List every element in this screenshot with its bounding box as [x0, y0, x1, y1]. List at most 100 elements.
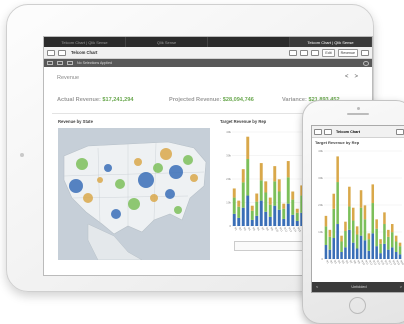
bar-segment[interactable]	[255, 193, 259, 202]
bar-segment[interactable]	[348, 229, 351, 259]
bar-segment[interactable]	[232, 213, 236, 226]
bar-segment[interactable]	[241, 182, 245, 208]
bar-segment[interactable]	[398, 254, 402, 259]
us-map[interactable]	[58, 128, 210, 260]
bar-segment[interactable]	[328, 236, 332, 250]
bar-segment[interactable]	[295, 212, 299, 221]
bar-segment[interactable]	[344, 247, 347, 259]
bar-segment[interactable]	[379, 239, 382, 244]
bar-segment[interactable]	[336, 182, 339, 225]
bar-segment[interactable]	[371, 184, 375, 204]
bar-segment[interactable]	[351, 242, 355, 259]
home-button[interactable]	[349, 297, 366, 314]
bar-segment[interactable]	[237, 200, 241, 207]
next-arrow-icon[interactable]: >	[400, 285, 402, 289]
apps-icon[interactable]	[58, 49, 66, 56]
back-selection-icon[interactable]	[47, 61, 53, 65]
bar-segment[interactable]	[241, 207, 245, 226]
browser-tab[interactable]: Telcom Chart | Qlik Sense	[44, 37, 126, 47]
prev-arrow-icon[interactable]: <	[316, 285, 318, 289]
bar-segment[interactable]	[246, 136, 250, 160]
bar-segment[interactable]	[246, 159, 250, 196]
bar-segment[interactable]	[250, 205, 254, 211]
bar-segment[interactable]	[355, 234, 359, 249]
device-icon[interactable]	[311, 49, 320, 56]
bar-segment[interactable]	[259, 180, 263, 201]
bar-segment[interactable]	[375, 228, 378, 247]
bar-segment[interactable]	[351, 207, 355, 221]
story-icon[interactable]	[300, 49, 309, 56]
bar-segment[interactable]	[383, 243, 386, 259]
bar-segment[interactable]	[394, 241, 398, 253]
bar-segment[interactable]	[383, 224, 386, 244]
bar-segment[interactable]	[264, 211, 268, 226]
bar-segment[interactable]	[324, 215, 328, 227]
edit-button[interactable]: Edit	[322, 48, 335, 57]
bar-segment[interactable]	[282, 208, 286, 219]
browser-tab[interactable]	[208, 37, 290, 47]
bar-segment[interactable]	[390, 232, 394, 248]
bar-segment[interactable]	[375, 219, 378, 229]
bar-segment[interactable]	[371, 233, 375, 259]
bar-segment[interactable]	[291, 199, 295, 215]
bar-segment[interactable]	[367, 250, 371, 259]
bar-segment[interactable]	[237, 217, 241, 226]
bar-segment[interactable]	[383, 212, 386, 225]
bar-segment[interactable]	[387, 236, 390, 250]
bar-segment[interactable]	[390, 224, 394, 233]
sheets-grid-icon[interactable]	[396, 128, 404, 135]
bar-segment[interactable]	[268, 216, 272, 226]
bar-segment[interactable]	[286, 203, 290, 226]
bar-segment[interactable]	[363, 240, 367, 259]
bar-segment[interactable]	[336, 156, 339, 183]
apps-icon[interactable]	[324, 128, 332, 135]
bar-segment[interactable]	[277, 179, 281, 192]
bar-segment[interactable]	[328, 249, 332, 259]
bar-segment[interactable]	[237, 206, 241, 218]
bar-segment[interactable]	[367, 239, 371, 251]
menu-icon[interactable]	[47, 49, 55, 56]
bar-segment[interactable]	[232, 188, 236, 198]
bar-segment[interactable]	[255, 215, 259, 226]
bar-segment[interactable]	[367, 233, 371, 240]
bar-segment[interactable]	[371, 203, 375, 234]
bar-segment[interactable]	[387, 249, 390, 259]
bar-segment[interactable]	[332, 193, 336, 209]
search-icon[interactable]	[363, 60, 369, 66]
bar-segment[interactable]	[398, 246, 402, 255]
bar-segment[interactable]	[348, 206, 351, 230]
bar-segment[interactable]	[394, 252, 398, 259]
bar-segment[interactable]	[363, 205, 367, 220]
bar-segment[interactable]	[324, 245, 328, 259]
bar-segment[interactable]	[379, 253, 382, 259]
bookmark-icon[interactable]	[289, 49, 298, 56]
bar-segment[interactable]	[398, 242, 402, 247]
bar-segment[interactable]	[390, 247, 394, 259]
bar-segment[interactable]	[250, 210, 254, 220]
bar-segment[interactable]	[295, 220, 299, 226]
clear-selection-icon[interactable]	[67, 61, 73, 65]
bar-segment[interactable]	[340, 252, 343, 259]
bar-segment[interactable]	[340, 235, 343, 242]
bar-segment[interactable]	[255, 201, 259, 216]
forward-selection-icon[interactable]	[57, 61, 63, 65]
sheets-grid-icon[interactable]	[361, 49, 369, 56]
bar-segment[interactable]	[268, 204, 272, 217]
bar-segment[interactable]	[232, 197, 236, 214]
bar-segment[interactable]	[324, 226, 328, 246]
bar-segment[interactable]	[344, 231, 347, 248]
bar-segment[interactable]	[246, 195, 250, 226]
bar-segment[interactable]	[273, 181, 277, 206]
bar-segment[interactable]	[241, 169, 245, 183]
bar-segment[interactable]	[273, 166, 277, 182]
bar-segment[interactable]	[282, 218, 286, 226]
bar-segment[interactable]	[259, 163, 263, 181]
phone-bar-chart[interactable]: 40k30k20k10k0R1 R2 R3 R4 R5 R6 R7 R8 R9 R10R11 R12…	[314, 147, 404, 273]
bar-segment[interactable]	[259, 200, 263, 226]
bar-segment[interactable]	[291, 214, 295, 226]
bar-segment[interactable]	[359, 190, 363, 208]
bar-segment[interactable]	[286, 177, 290, 204]
bar-segment[interactable]	[332, 208, 336, 239]
bar-segment[interactable]	[332, 238, 336, 259]
next-arrow-icon[interactable]: >	[354, 74, 364, 80]
